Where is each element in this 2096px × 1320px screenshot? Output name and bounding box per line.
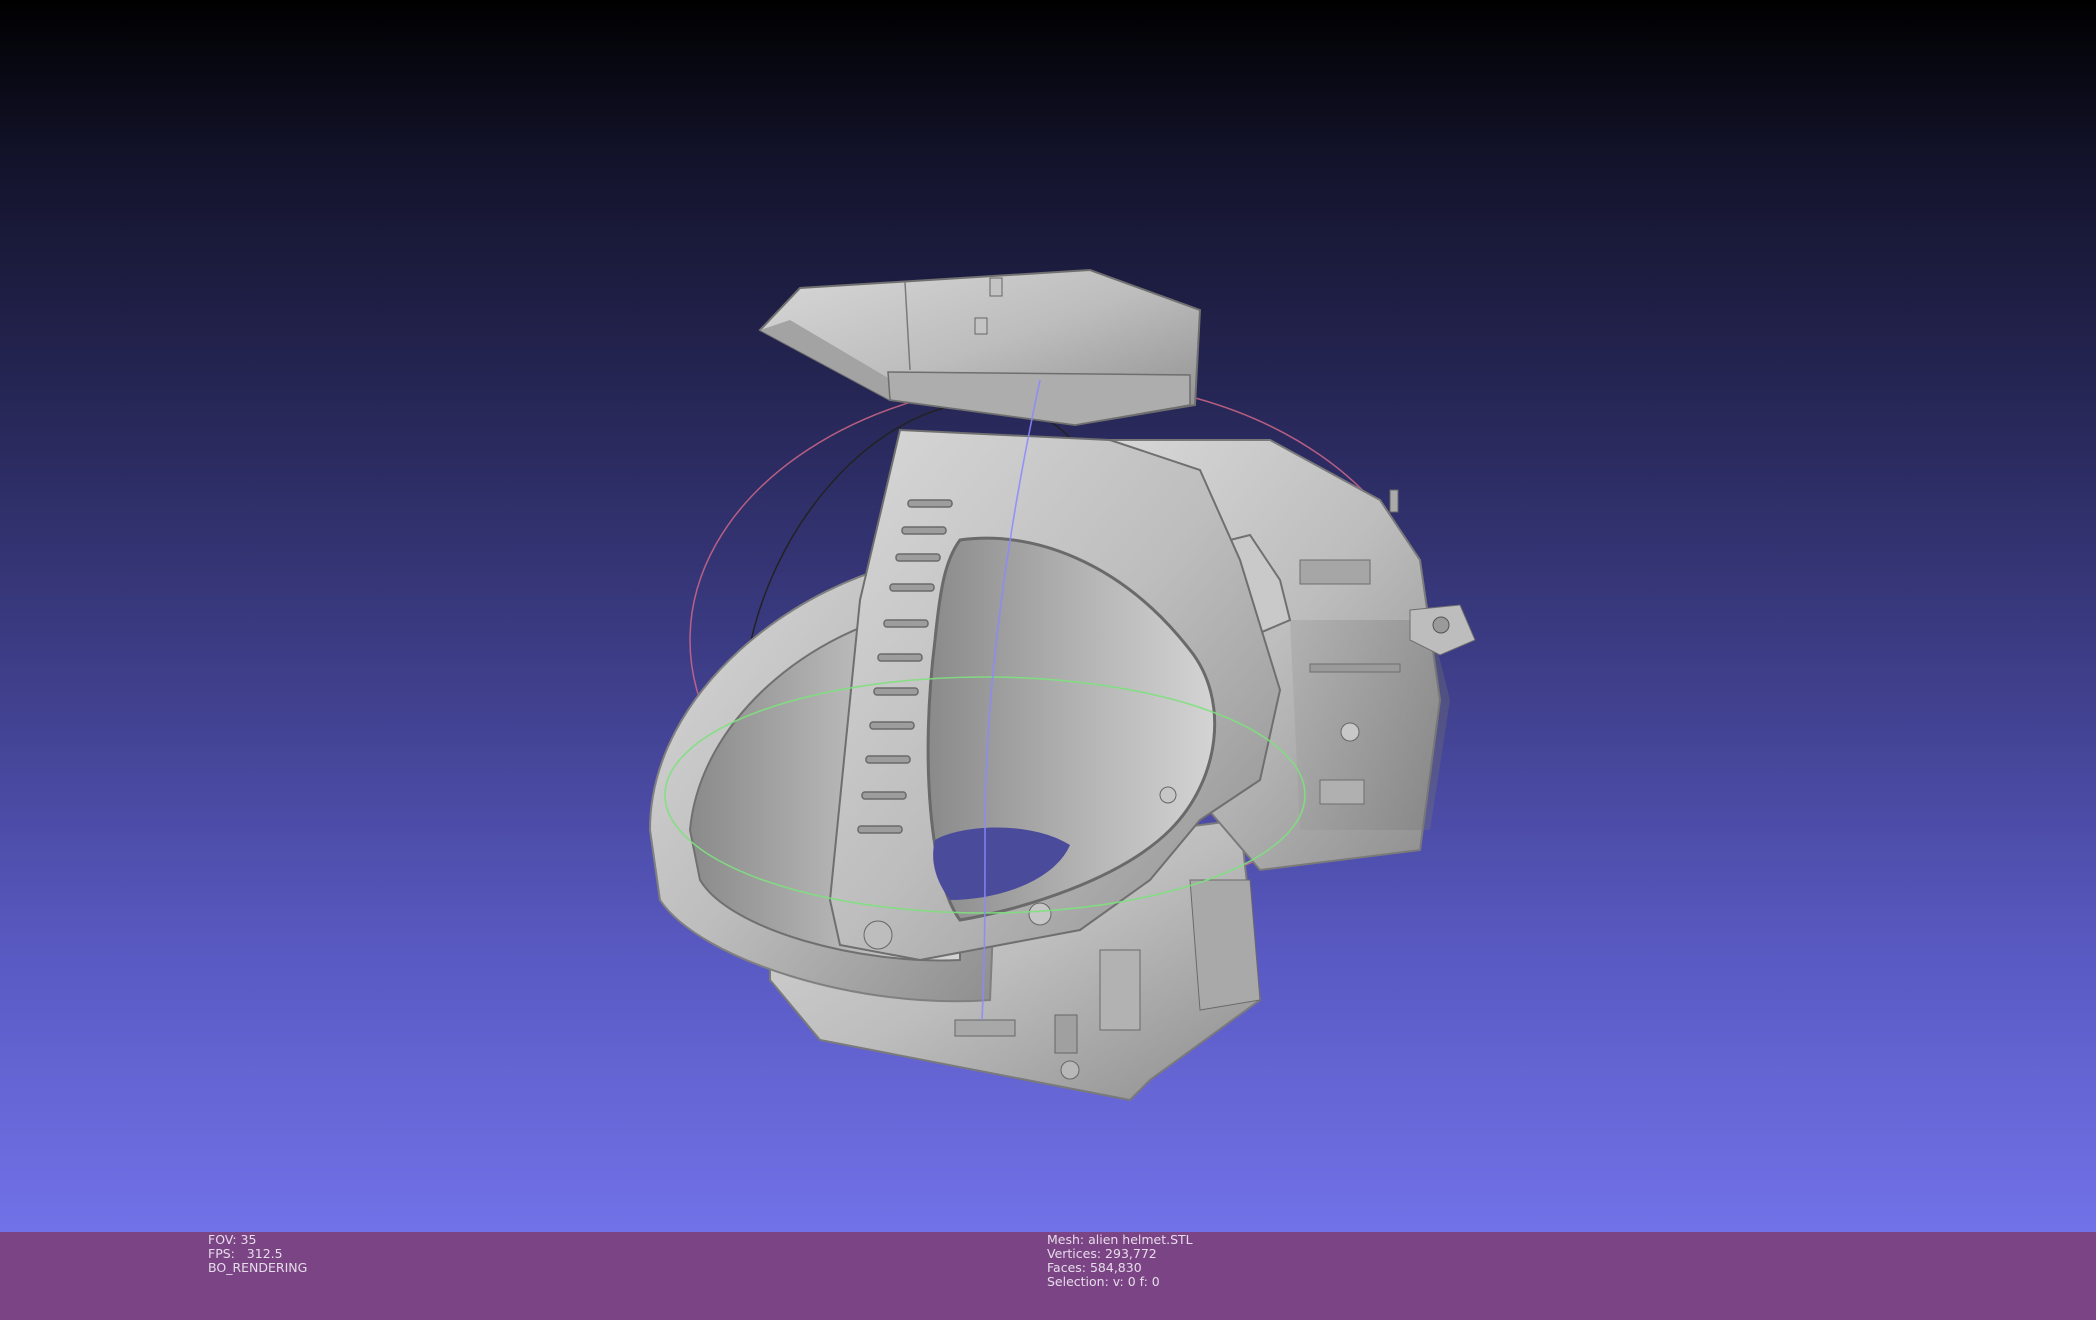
vertex-count-label: Vertices: 293,772: [1047, 1246, 1157, 1261]
3d-viewport[interactable]: [0, 0, 2096, 1232]
fps-readout: FPS: 312.5: [208, 1246, 283, 1261]
render-mode-label: BO_RENDERING: [208, 1260, 308, 1275]
face-count-label: Faces: 584,830: [1047, 1260, 1142, 1275]
mesh-name-label: Mesh: alien helmet.STL: [1047, 1232, 1193, 1247]
mesh-info: Mesh: alien helmet.STL Vertices: 293,772…: [1047, 1233, 1193, 1289]
status-bar: FOV: 35 FPS: 312.5 BO_RENDERING Mesh: al…: [0, 1232, 2096, 1320]
fov-readout: FOV: 35: [208, 1232, 257, 1247]
render-info: FOV: 35 FPS: 312.5 BO_RENDERING: [208, 1233, 307, 1275]
mesh-render: [648, 268, 1476, 1102]
selection-label: Selection: v: 0 f: 0: [1047, 1274, 1160, 1289]
